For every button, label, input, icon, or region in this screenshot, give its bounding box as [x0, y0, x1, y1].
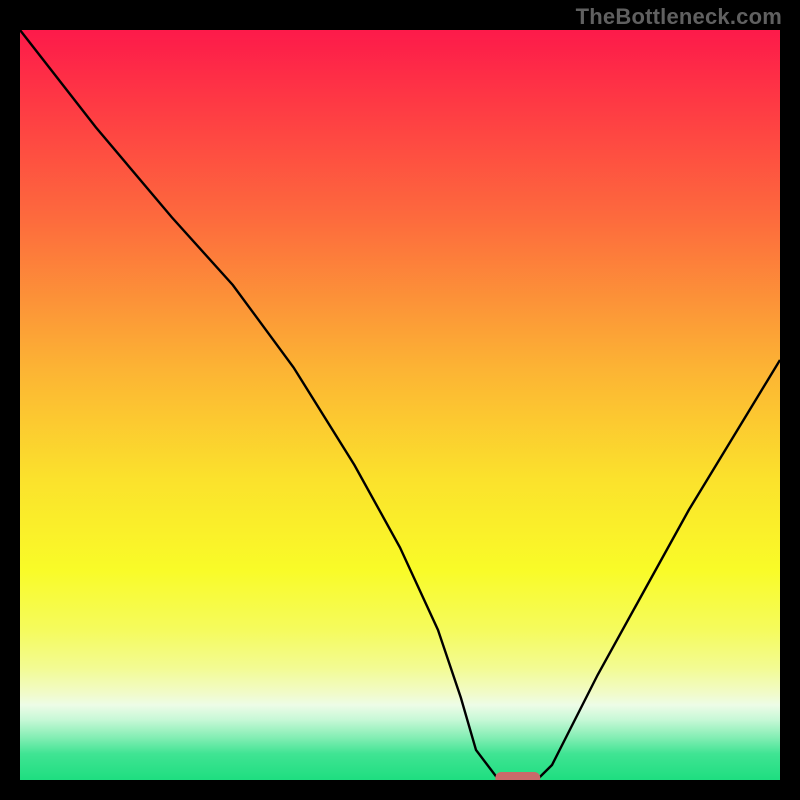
plot-area — [20, 30, 780, 780]
chart-svg — [20, 30, 780, 780]
gradient-background — [20, 30, 780, 780]
watermark-text: TheBottleneck.com — [576, 4, 782, 30]
chart-frame: TheBottleneck.com — [0, 0, 800, 800]
optimal-marker — [495, 772, 540, 780]
